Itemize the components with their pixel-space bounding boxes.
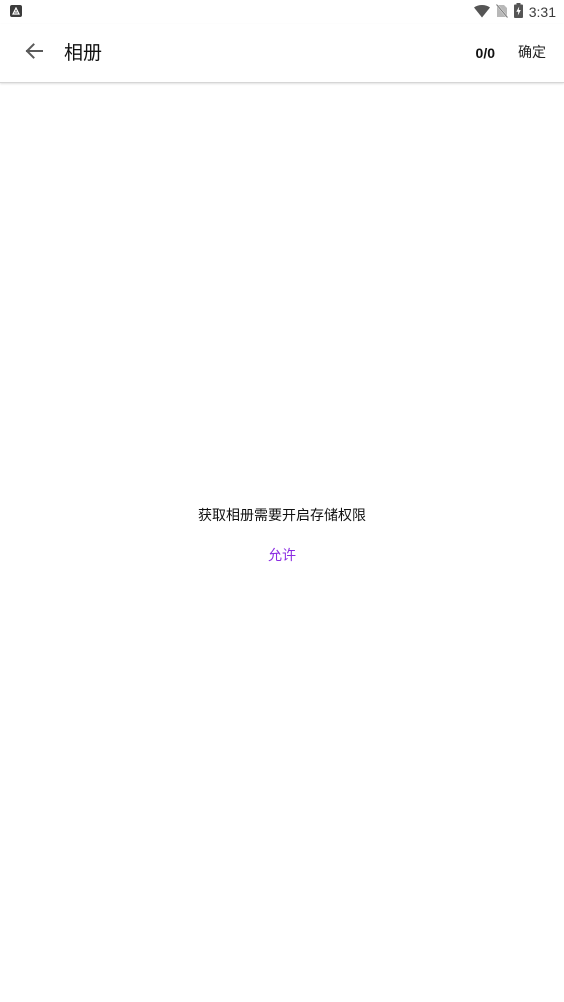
app-notification-icon [10,5,22,17]
wifi-icon [473,3,490,22]
status-bar: 3:31 [0,0,564,24]
status-time: 3:31 [528,4,556,20]
confirm-button[interactable]: 确定 [518,44,546,62]
back-button[interactable] [14,33,54,73]
status-icons: 3:31 [473,2,556,22]
no-sim-icon [495,3,508,22]
page-title: 相册 [64,42,103,64]
app-bar: 相册 0/0 确定 [0,24,564,83]
allow-button[interactable]: 允许 [252,544,312,568]
permission-message: 获取相册需要开启存储权限 [198,508,366,524]
selection-counter: 0/0 [475,45,495,61]
back-arrow-icon [24,41,44,65]
battery-charging-icon [513,2,523,22]
